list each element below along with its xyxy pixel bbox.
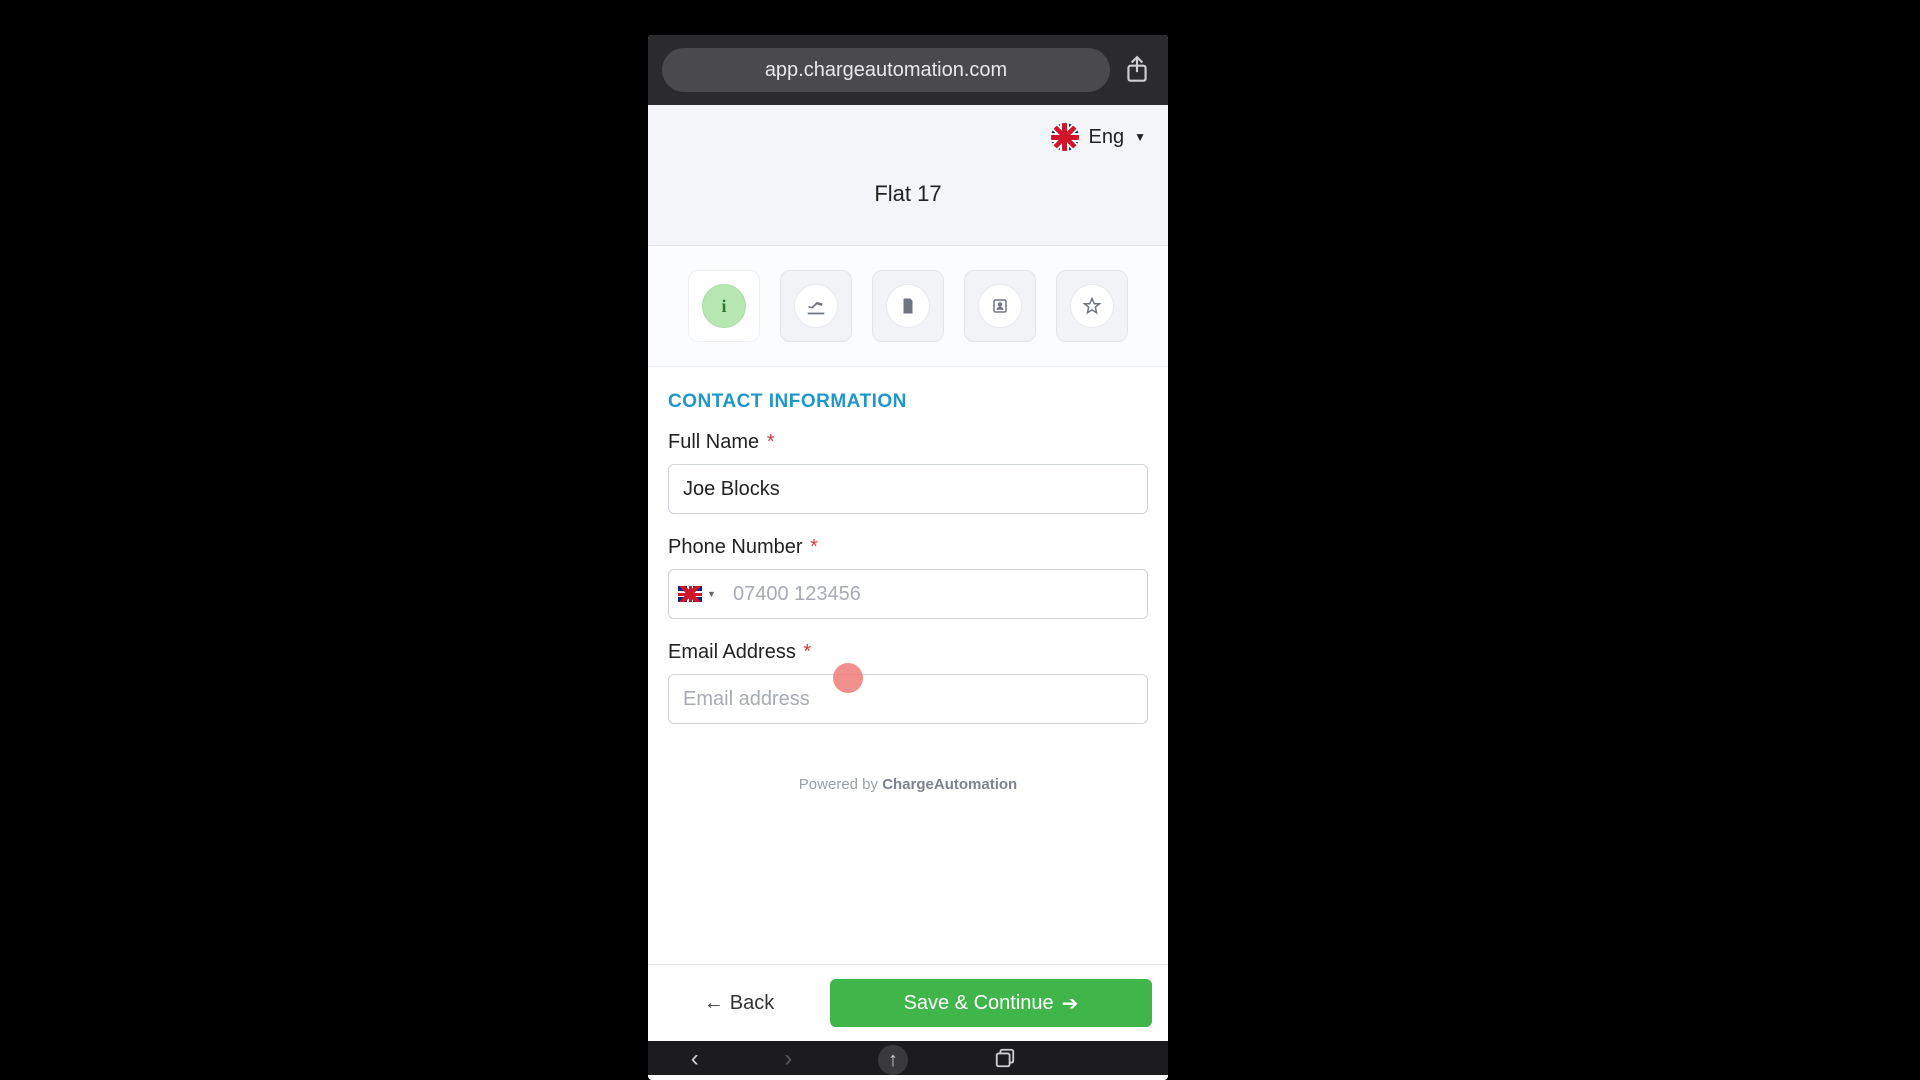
share-icon[interactable] — [1120, 53, 1154, 87]
step-tabs: i — [648, 246, 1168, 367]
arrival-icon — [794, 284, 838, 328]
phone-label: Phone Number * — [668, 536, 1148, 559]
required-asterisk: * — [767, 431, 775, 453]
url-field[interactable]: app.chargeautomation.com — [662, 48, 1110, 92]
save-button-label: Save & Continue — [904, 992, 1054, 1015]
browser-back-icon[interactable]: ‹ — [691, 1047, 699, 1071]
id-card-icon — [978, 284, 1022, 328]
phone-country-selector[interactable]: ▼ — [669, 570, 725, 618]
email-input[interactable] — [668, 674, 1148, 724]
back-button-label: Back — [730, 992, 774, 1015]
powered-by: Powered by ChargeAutomation — [668, 746, 1148, 807]
back-button[interactable]: ← Back — [664, 979, 814, 1027]
chevron-down-icon: ▼ — [707, 589, 716, 599]
language-label: Eng — [1089, 126, 1125, 149]
section-title: CONTACT INFORMATION — [668, 391, 1148, 413]
full-name-label-text: Full Name — [668, 431, 759, 453]
language-selector[interactable]: Eng ▼ — [648, 105, 1168, 161]
url-text: app.chargeautomation.com — [765, 59, 1007, 82]
step-info[interactable]: i — [688, 270, 760, 342]
document-icon — [886, 284, 930, 328]
field-email: Email Address * — [668, 641, 1148, 724]
mobile-viewport: app.chargeautomation.com Eng ▼ Flat 17 i — [648, 35, 1168, 1080]
contact-form: CONTACT INFORMATION Full Name * Phone Nu… — [648, 367, 1168, 964]
info-icon: i — [702, 284, 746, 328]
required-asterisk: * — [803, 641, 811, 663]
uk-flag-icon — [678, 586, 702, 602]
step-review[interactable] — [1056, 270, 1128, 342]
save-continue-button[interactable]: Save & Continue ➔ — [830, 979, 1152, 1027]
star-icon — [1070, 284, 1114, 328]
required-asterisk: * — [810, 536, 818, 558]
uk-flag-icon — [1051, 123, 1079, 151]
step-document[interactable] — [872, 270, 944, 342]
chevron-down-icon: ▼ — [1134, 130, 1146, 144]
step-arrival[interactable] — [780, 270, 852, 342]
phone-input[interactable] — [725, 570, 1147, 618]
phone-label-text: Phone Number — [668, 536, 803, 558]
arrow-right-icon: ➔ — [1062, 991, 1079, 1016]
powered-brand: ChargeAutomation — [882, 776, 1017, 793]
powered-prefix: Powered by — [799, 776, 882, 793]
browser-tabs-icon[interactable] — [994, 1047, 1016, 1074]
field-full-name: Full Name * — [668, 431, 1148, 514]
app-content: Eng ▼ Flat 17 i — [648, 105, 1168, 1075]
browser-forward-icon[interactable]: › — [784, 1047, 792, 1071]
action-bar: ← Back Save & Continue ➔ — [648, 964, 1168, 1041]
email-label-text: Email Address — [668, 641, 796, 663]
phone-input-wrap: ▼ — [668, 569, 1148, 619]
ios-bottom-toolbar: ‹ › ↑ ⋯ — [648, 1041, 1168, 1075]
full-name-label: Full Name * — [668, 431, 1148, 454]
full-name-input[interactable] — [668, 464, 1148, 514]
browser-share-icon[interactable]: ↑ — [878, 1045, 908, 1075]
browser-address-bar: app.chargeautomation.com — [648, 35, 1168, 105]
property-title: Flat 17 — [648, 161, 1168, 246]
email-label: Email Address * — [668, 641, 1148, 664]
step-id[interactable] — [964, 270, 1036, 342]
arrow-left-icon: ← — [704, 992, 724, 1015]
field-phone: Phone Number * ▼ — [668, 536, 1148, 619]
